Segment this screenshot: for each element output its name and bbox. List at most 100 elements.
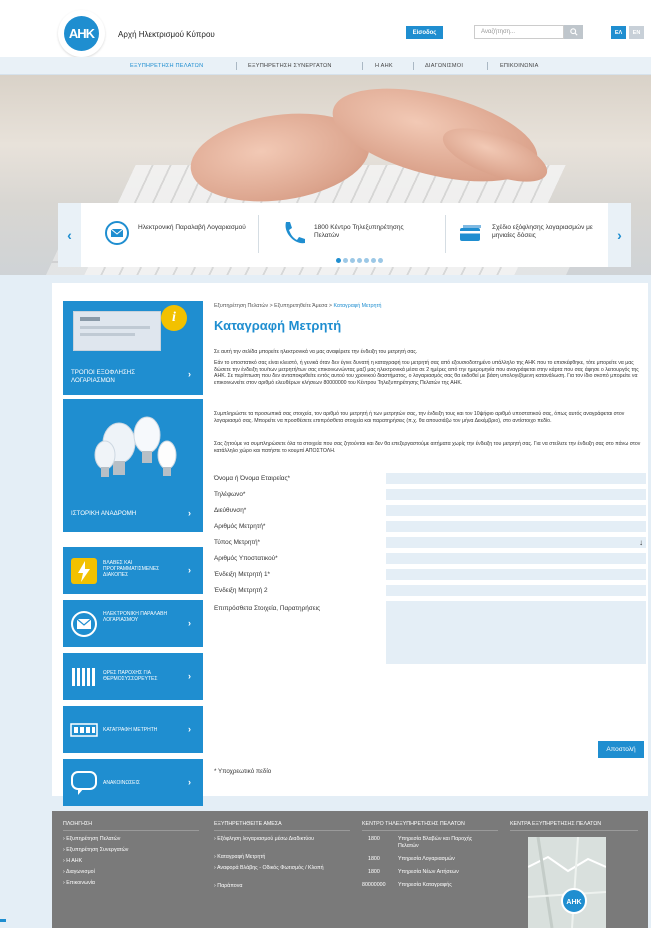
footer-link[interactable]: › Καταγραφή Μετρητή	[214, 854, 344, 861]
field-label: Διεύθυνση*	[214, 507, 247, 514]
footer: ΠΛΟΗΓΗΣΗ › Εξυπηρέτηση Πελατών › Εξυπηρέ…	[52, 811, 648, 928]
slide-ebill[interactable]: Ηλεκτρονική Παραλαβή Λογαριασμού	[104, 216, 254, 252]
slide-call-center[interactable]: 1800 Κέντρο Τηλεξυπηρέτησης Πελατών	[280, 216, 440, 252]
sidebar-card-history[interactable]: ΙΣΤΟΡΙΚΗ ΑΝΑΔΡΟΜΗ ›	[63, 399, 203, 532]
meter-number-field[interactable]	[386, 521, 646, 532]
sidebar-card-payment-methods[interactable]: i ΤΡΟΠΟΙ ΕΞΟΦΛΗΣΗΣ ΛΟΓΑΡΙΑΣΜΩΝ ›	[63, 301, 203, 395]
sidebar-item-announcements[interactable]: ΑΝΑΚΟΙΝΩΣΕΙΣ ›	[63, 759, 203, 806]
phone-field[interactable]	[386, 489, 646, 500]
radiator-icon	[70, 663, 98, 691]
logo[interactable]: AHK	[58, 10, 105, 57]
breadcrumb-link[interactable]: Εξυπηρέτηση Πελατών	[214, 303, 268, 309]
footer-link-label: Παράπονα	[217, 883, 243, 889]
sidebar-item-outages[interactable]: ΒΛΑΒΕΣ ΚΑΙ ΠΡΟΓΡΑΜΜΑΤΙΣΜΕΝΕΣ ΔΙΑΚΟΠΕΣ ›	[63, 547, 203, 594]
bill-line	[80, 326, 150, 329]
address-field[interactable]	[386, 505, 646, 516]
slider-next-button[interactable]: ›	[608, 203, 631, 267]
footer-link[interactable]: › Εξυπηρέτηση Συνεργατών	[63, 847, 128, 854]
sidebar-item-label: ΗΛΕΚΤΡΟΝΙΚΗ ΠΑΡΑΛΑΒΗ ΛΟΓΑΡΙΑΣΜΟΥ	[103, 611, 168, 623]
sidebar-item-label: ΚΑΤΑΓΡΑΦΗ ΜΕΤΡΗΤΗ	[103, 727, 158, 733]
footer-link[interactable]: › Παράπονα	[214, 883, 344, 890]
page-background: AHK Αρχή Ηλεκτρισμού Κύπρου Είσοδος Αναζ…	[0, 0, 651, 928]
footer-divider	[362, 830, 498, 831]
breadcrumb-link[interactable]: Εξυπηρετηθείτε Άμεσα	[274, 303, 327, 309]
login-button[interactable]: Είσοδος	[406, 26, 443, 39]
submit-button[interactable]: Αποστολή	[598, 741, 644, 758]
phone-label: Υπηρεσία Νέων Αιτήσεων	[398, 869, 459, 875]
nav-divider	[487, 62, 488, 70]
footer-link[interactable]: › Η ΑΗΚ	[63, 858, 82, 865]
sidebar-item-ebill[interactable]: ΗΛΕΚΤΡΟΝΙΚΗ ΠΑΡΑΛΑΒΗ ΛΟΓΑΡΙΑΣΜΟΥ ›	[63, 600, 203, 647]
phone-icon	[280, 220, 306, 246]
sidebar-item-storage-heaters[interactable]: ΩΡΕΣ ΠΑΡΟΧΗΣ ΓΙΑ ΘΕΡΜΟΣΥΣΣΩΡΕΥΤΕΣ ›	[63, 653, 203, 700]
footer-link[interactable]: › Επικοινωνία	[63, 880, 95, 887]
slider-dot[interactable]	[350, 258, 355, 263]
premises-number-field[interactable]	[386, 553, 646, 564]
phone-number: 1800	[368, 836, 380, 842]
slider-dot[interactable]	[336, 258, 341, 263]
lightning-icon	[70, 557, 98, 585]
notes-textarea[interactable]	[386, 601, 646, 664]
name-field[interactable]	[386, 473, 646, 484]
phone-number: 1800	[368, 856, 380, 862]
chevron-left-icon: ‹	[67, 227, 72, 243]
nav-item-tenders[interactable]: ΔΙΑΓΩΝΙΣΜΟΙ	[425, 57, 463, 75]
footer-link-label: Η ΑΗΚ	[66, 858, 83, 864]
slide-label: Σχέδιο εξόφλησης λογαριασμών με μηνιαίες…	[492, 224, 593, 239]
footer-link[interactable]: › Αναφορά Βλάβης - Οδικός Φωτισμός / Κλο…	[214, 865, 344, 872]
reading-2-field[interactable]	[386, 585, 646, 596]
slide-installments[interactable]: Σχέδιο εξόφλησης λογαριασμών με μηνιαίες…	[458, 216, 608, 252]
nav-item-customer-service[interactable]: ΕΞΥΠΗΡΕΤΗΣΗ ΠΕΛΑΤΩΝ	[130, 57, 203, 75]
slider-dot[interactable]	[357, 258, 362, 263]
instructions-paragraph: Εάν το υποστατικό σας είναι κλειστό, ή γ…	[214, 360, 639, 386]
meter-icon	[70, 716, 98, 744]
speech-icon	[70, 769, 98, 797]
meter-type-select[interactable]: ↓	[386, 537, 646, 548]
chevron-right-icon: ›	[188, 777, 191, 787]
phone-number: 1800	[368, 869, 380, 875]
nav-divider	[362, 62, 363, 70]
mail-icon	[70, 610, 98, 638]
footer-link-label: Καταγραφή Μετρητή	[217, 854, 266, 860]
sidebar-item-meter-reading[interactable]: ΚΑΤΑΓΡΑΦΗ ΜΕΤΡΗΤΗ ›	[63, 706, 203, 753]
sidebar-item-label: ΩΡΕΣ ΠΑΡΟΧΗΣ ΓΙΑ ΘΕΡΜΟΣΥΣΣΩΡΕΥΤΕΣ	[103, 670, 158, 682]
slider-dot[interactable]	[364, 258, 369, 263]
nav-item-about[interactable]: Η ΑΗΚ	[375, 57, 393, 75]
chevron-down-icon: ↓	[639, 538, 643, 547]
slider-dot[interactable]	[371, 258, 376, 263]
nav-item-contact[interactable]: ΕΠΙΚΟΙΝΩΝΙΑ	[500, 57, 539, 75]
slider-prev-button[interactable]: ‹	[58, 203, 81, 267]
lang-el-button[interactable]: ΕΛ	[611, 26, 626, 39]
phone-label: Υπηρεσία Λογαριασμών	[398, 856, 455, 862]
brand-name: Αρχή Ηλεκτρισμού Κύπρου	[118, 30, 215, 39]
footer-divider	[63, 830, 199, 831]
field-label: Ένδειξη Μετρητή 2	[214, 587, 268, 594]
reading-1-field[interactable]	[386, 569, 646, 580]
sidebar-item-label: ΒΛΑΒΕΣ ΚΑΙ ΠΡΟΓΡΑΜΜΑΤΙΣΜΕΝΕΣ ΔΙΑΚΟΠΕΣ	[103, 560, 160, 578]
footer-link[interactable]: › Εξυπηρέτηση Πελατών	[63, 836, 120, 843]
sidebar-item-label: ΑΝΑΚΟΙΝΩΣΕΙΣ	[103, 780, 140, 786]
nav-divider	[413, 62, 414, 70]
slider-dots	[336, 258, 383, 263]
lang-en-button[interactable]: EN	[629, 26, 644, 39]
light-bulbs-icon	[94, 416, 177, 477]
slider-dot[interactable]	[378, 258, 383, 263]
footer-link-label: Εξυπηρέτηση Συνεργατών	[66, 847, 129, 853]
slide-label: 1800 Κέντρο Τηλεξυπηρέτησης Πελατών	[314, 224, 404, 239]
footer-heading: ΠΛΟΗΓΗΣΗ	[63, 821, 93, 827]
search-button[interactable]	[564, 25, 583, 39]
field-label: Όνομα ή Όνομα Εταιρείας*	[214, 475, 291, 482]
bill-line	[80, 333, 135, 336]
footer-link[interactable]: › Διαγωνισμοί	[63, 869, 95, 876]
nav-item-partner-service[interactable]: ΕΞΥΠΗΡΕΤΗΣΗ ΣΥΝΕΡΓΑΤΩΝ	[248, 57, 332, 75]
footer-link-label: Διαγωνισμοί	[65, 869, 95, 875]
search-input[interactable]: Αναζήτηση...	[474, 25, 564, 39]
footer-link[interactable]: › Εξόφληση λογαριασμού μέσω Διαδικτύου	[214, 836, 344, 843]
search-icon	[569, 28, 578, 36]
phone-number: 80000000	[362, 882, 386, 888]
edge-accent	[0, 919, 6, 922]
slider-dot[interactable]	[343, 258, 348, 263]
footer-divider	[214, 830, 350, 831]
map-thumbnail[interactable]: AHK	[527, 836, 607, 928]
footer-link-label: Εξυπηρέτηση Πελατών	[66, 836, 121, 842]
